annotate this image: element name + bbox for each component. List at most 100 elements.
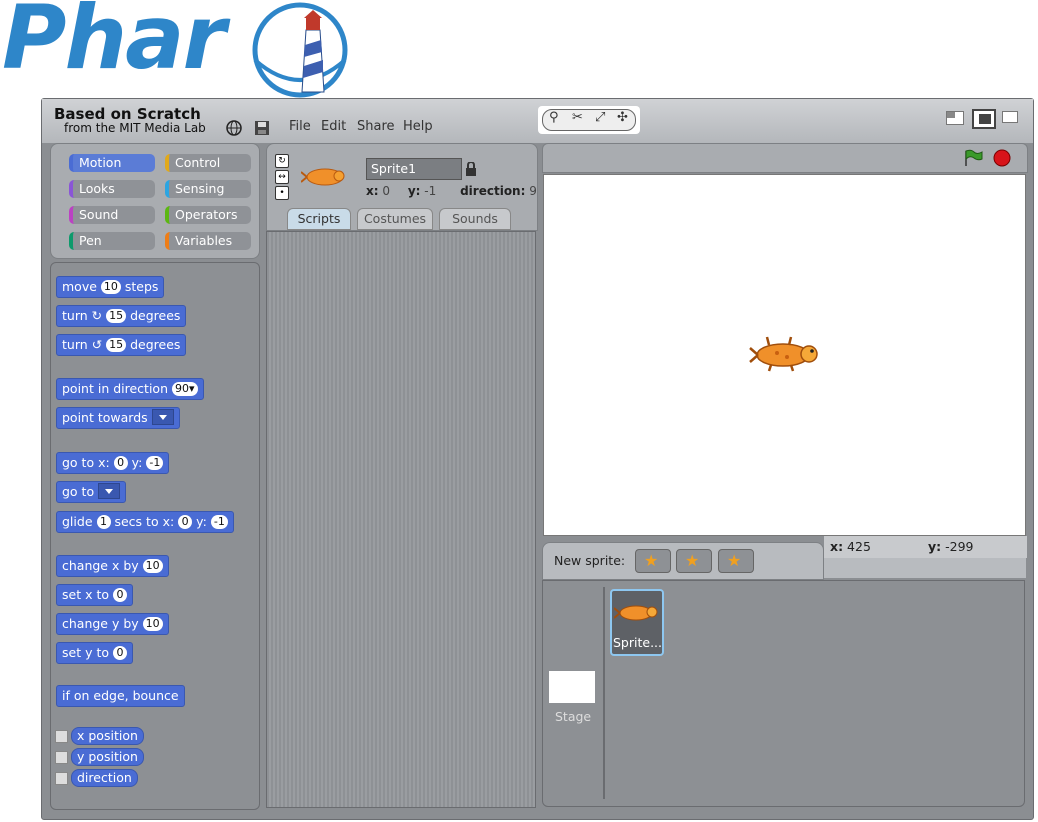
change-x-input[interactable]: 10 bbox=[142, 559, 163, 573]
sprite-bar-extension bbox=[824, 558, 1026, 578]
category-operators[interactable]: Operators bbox=[165, 206, 251, 224]
rotation-style-buttons: ↻ ↔ • bbox=[275, 154, 289, 200]
sprite-info-panel: ↻ ↔ • Sprite1 x: 0 y: -1 direction: 9 Sc… bbox=[266, 143, 538, 231]
dont-rotate-icon[interactable]: • bbox=[275, 186, 289, 200]
menu-file[interactable]: File bbox=[289, 119, 311, 134]
block-set-x[interactable]: set x to 0 bbox=[56, 584, 133, 606]
shrink-icon[interactable]: ✣ bbox=[617, 110, 628, 125]
sprite-thumbnail-icon bbox=[301, 168, 345, 186]
sprite-name-field[interactable]: Sprite1 bbox=[366, 158, 462, 180]
choose-sprite-from-file-button[interactable]: ★ bbox=[676, 549, 712, 573]
turn-cw-input[interactable]: 15 bbox=[106, 309, 127, 323]
tools-pill: ⚲ ✂ ⤢ ✣ bbox=[542, 109, 636, 131]
direction-input[interactable]: 90▾ bbox=[171, 382, 198, 396]
tab-scripts[interactable]: Scripts bbox=[287, 208, 351, 230]
block-glide[interactable]: glide 1 secs to x: 0 y: -1 bbox=[56, 511, 234, 533]
top-bar: Based on Scratch from the MIT Media Lab … bbox=[42, 99, 1033, 143]
stage-label: Stage bbox=[555, 709, 592, 724]
category-sensing[interactable]: Sensing bbox=[165, 180, 251, 198]
stage-toolbar bbox=[542, 143, 1028, 173]
x-position-checkbox[interactable] bbox=[55, 730, 68, 743]
lock-icon[interactable] bbox=[465, 162, 477, 176]
point-towards-dropdown[interactable] bbox=[151, 409, 174, 425]
pharo-logo: Phar bbox=[0, 0, 360, 100]
block-point-in-direction[interactable]: point in direction 90▾ bbox=[56, 378, 204, 400]
go-to-dropdown[interactable] bbox=[98, 483, 121, 499]
rotate-freely-icon[interactable]: ↻ bbox=[275, 154, 289, 168]
category-pen[interactable]: Pen bbox=[69, 232, 155, 250]
flip-left-right-icon[interactable]: ↔ bbox=[275, 170, 289, 184]
menu-edit[interactable]: Edit bbox=[321, 119, 346, 134]
block-change-y[interactable]: change y by 10 bbox=[56, 613, 169, 635]
corral-divider bbox=[603, 587, 605, 799]
stage-canvas[interactable] bbox=[543, 174, 1026, 536]
scratch-window: Based on Scratch from the MIT Media Lab … bbox=[41, 98, 1034, 820]
category-motion[interactable]: Motion bbox=[69, 154, 155, 172]
y-position-checkbox[interactable] bbox=[55, 751, 68, 764]
new-sprite-bar: New sprite: ★ ★ ★ bbox=[542, 542, 824, 580]
change-y-input[interactable]: 10 bbox=[142, 617, 163, 631]
tab-costumes[interactable]: Costumes bbox=[357, 208, 433, 230]
stop-sign-icon[interactable] bbox=[993, 149, 1011, 167]
block-move[interactable]: move 10 steps bbox=[56, 276, 165, 298]
stage-thumbnail[interactable] bbox=[549, 671, 595, 703]
sprite-tile-sprite1[interactable]: Sprite... bbox=[610, 589, 664, 656]
move-steps-input[interactable]: 10 bbox=[100, 280, 121, 294]
green-flag-icon[interactable] bbox=[963, 149, 983, 167]
new-sprite-label: New sprite: bbox=[554, 553, 626, 568]
block-point-towards[interactable]: point towards bbox=[56, 407, 180, 429]
paint-new-sprite-button[interactable]: ★ bbox=[635, 549, 671, 573]
block-go-to-xy[interactable]: go to x: 0 y: -1 bbox=[56, 452, 170, 474]
rotate-right-icon: ↻ bbox=[91, 308, 103, 323]
category-variables[interactable]: Variables bbox=[165, 232, 251, 250]
category-control[interactable]: Control bbox=[165, 154, 251, 172]
block-set-y[interactable]: set y to 0 bbox=[56, 642, 133, 664]
small-stage-icon[interactable] bbox=[946, 111, 964, 125]
save-icon[interactable] bbox=[253, 119, 271, 137]
block-go-to[interactable]: go to bbox=[56, 481, 127, 503]
block-change-x[interactable]: change x by 10 bbox=[56, 555, 169, 577]
goto-y-input[interactable]: -1 bbox=[146, 456, 164, 470]
block-palette: move 10 steps turn ↻ 15 degrees turn ↺ 1… bbox=[50, 262, 260, 810]
globe-icon[interactable] bbox=[225, 119, 243, 137]
goto-x-input[interactable]: 0 bbox=[113, 456, 128, 470]
block-turn-clockwise[interactable]: turn ↻ 15 degrees bbox=[56, 305, 187, 327]
turn-ccw-input[interactable]: 15 bbox=[106, 338, 127, 352]
menu-share[interactable]: Share bbox=[357, 119, 395, 134]
random-sprite-button[interactable]: ★ bbox=[718, 549, 754, 573]
glide-x-input[interactable]: 0 bbox=[178, 515, 193, 529]
app-subtitle: from the MIT Media Lab bbox=[64, 121, 206, 135]
presentation-mode-icon[interactable] bbox=[1002, 111, 1018, 123]
sprite-on-stage[interactable] bbox=[749, 335, 823, 373]
sprite-position: x: 0 y: -1 direction: 9 bbox=[366, 184, 537, 198]
sprite-thumb-icon bbox=[614, 605, 658, 621]
category-sound[interactable]: Sound bbox=[69, 206, 155, 224]
folder-star-icon: ★ bbox=[685, 551, 700, 570]
lighthouse-icon bbox=[252, 2, 348, 98]
category-selector: Motion Control Looks Sensing Sound Opera… bbox=[50, 143, 260, 259]
scissors-icon[interactable]: ✂ bbox=[572, 110, 583, 125]
grow-icon[interactable]: ⤢ bbox=[595, 110, 605, 125]
sprite-tile-label: Sprite... bbox=[613, 635, 662, 650]
scripts-area[interactable] bbox=[266, 231, 536, 808]
set-x-input[interactable]: 0 bbox=[112, 588, 127, 602]
reporter-direction[interactable]: direction bbox=[71, 769, 138, 787]
mouse-y: -299 bbox=[945, 539, 974, 554]
normal-stage-icon[interactable] bbox=[972, 109, 996, 129]
block-if-on-edge-bounce[interactable]: if on edge, bounce bbox=[56, 685, 185, 707]
set-y-input[interactable]: 0 bbox=[112, 646, 127, 660]
block-turn-counterclockwise[interactable]: turn ↺ 15 degrees bbox=[56, 334, 187, 356]
menu-help[interactable]: Help bbox=[403, 119, 433, 134]
tab-sounds[interactable]: Sounds bbox=[439, 208, 511, 230]
glide-y-input[interactable]: -1 bbox=[210, 515, 228, 529]
category-looks[interactable]: Looks bbox=[69, 180, 155, 198]
reporter-y-position[interactable]: y position bbox=[71, 748, 144, 766]
reporter-x-position[interactable]: x position bbox=[71, 727, 144, 745]
glide-secs-input[interactable]: 1 bbox=[96, 515, 111, 529]
tool-group: ⚲ ✂ ⤢ ✣ bbox=[538, 106, 640, 134]
sprite-corral: Stage Sprite... bbox=[542, 580, 1025, 807]
direction-checkbox[interactable] bbox=[55, 772, 68, 785]
logo-text: Phar bbox=[2, 0, 226, 89]
mouse-position-readout: x: 425 y: -299 bbox=[824, 536, 1027, 558]
stamp-icon[interactable]: ⚲ bbox=[549, 110, 559, 125]
